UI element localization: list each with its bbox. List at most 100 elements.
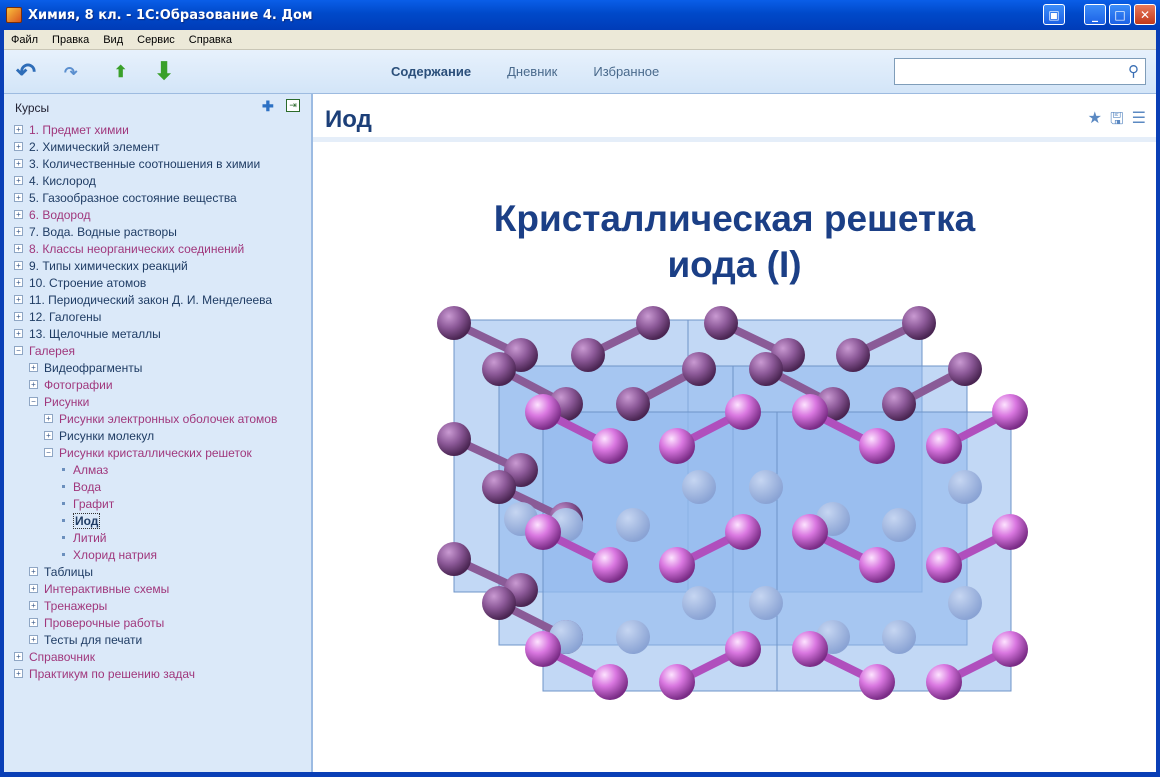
menu-service[interactable]: Сервис (130, 34, 182, 46)
favorite-star-icon[interactable]: ★ (1088, 108, 1102, 135)
expand-icon[interactable]: + (29, 567, 38, 577)
tree-item[interactable]: + Рисунки электронных оболочек атомов (4, 411, 309, 428)
tree-item[interactable]: +11. Периодический закон Д. И. Менделеев… (4, 292, 309, 309)
expand-icon[interactable]: + (14, 244, 23, 254)
tree-item[interactable]: − Рисунки кристаллических решеток (4, 445, 309, 462)
iodine-atom (926, 547, 962, 583)
iodine-atom (482, 352, 516, 386)
expand-icon[interactable]: + (44, 431, 53, 441)
tree-item[interactable]: +13. Щелочные металлы (4, 326, 309, 343)
window-titlebar[interactable]: Химия, 8 кл. - 1С:Образование 4. Дом ▣ _… (0, 0, 1160, 30)
expand-icon[interactable]: + (14, 210, 23, 220)
tree-item[interactable]: + Справочник (4, 649, 309, 666)
maximize-button[interactable]: □ (1109, 4, 1131, 25)
tree-item[interactable]: +7. Вода. Водные растворы (4, 224, 309, 241)
expand-icon[interactable]: + (14, 652, 23, 662)
expand-icon[interactable]: + (14, 278, 23, 288)
expand-icon[interactable]: + (14, 142, 23, 152)
tree-item[interactable]: Вода (4, 479, 309, 496)
tab-favorites[interactable]: Избранное (593, 64, 659, 79)
expand-icon[interactable]: + (14, 176, 23, 186)
close-button[interactable]: ✕ (1134, 4, 1156, 25)
app-icon (6, 7, 22, 23)
expand-icon[interactable]: + (29, 584, 38, 594)
tree-item[interactable]: Литий (4, 530, 309, 547)
collapse-icon[interactable]: − (29, 397, 38, 407)
tree-item[interactable]: +2. Химический элемент (4, 139, 309, 156)
tree-item-label: Рисунки электронных оболочек атомов (59, 412, 278, 426)
tree-item[interactable]: +6. Водород (4, 207, 309, 224)
expand-icon[interactable]: + (14, 312, 23, 322)
bullet-icon (62, 485, 65, 489)
context-help-button[interactable]: ▣ (1043, 4, 1065, 25)
menu-help[interactable]: Справка (182, 34, 239, 46)
next-down-icon[interactable]: ⬇ (154, 57, 174, 86)
forward-icon[interactable]: ↷ (64, 63, 77, 83)
iodine-atom (992, 631, 1028, 667)
expand-icon[interactable]: + (29, 635, 38, 645)
tree-item[interactable]: − Галерея (4, 343, 309, 360)
tree-item[interactable]: + Тренажеры (4, 598, 309, 615)
tree-item-label: Иод (73, 513, 101, 529)
expand-icon[interactable]: + (14, 193, 23, 203)
expand-icon[interactable]: + (14, 669, 23, 679)
tree-item[interactable]: +5. Газообразное состояние вещества (4, 190, 309, 207)
expand-icon[interactable]: + (44, 414, 53, 424)
content-pane: Иод ★ 🖫 ☰ Кристаллическая решетка иода (… (313, 94, 1156, 772)
tree-item-label: Фотографии (44, 378, 113, 392)
expand-icon[interactable]: + (14, 261, 23, 271)
collapse-icon[interactable]: − (44, 448, 53, 458)
add-course-icon[interactable]: ✚ (262, 98, 274, 115)
back-icon[interactable]: ↶ (16, 58, 36, 87)
expand-icon[interactable]: + (29, 601, 38, 611)
tree-item[interactable]: Графит (4, 496, 309, 513)
tree-item[interactable]: + Таблицы (4, 564, 309, 581)
expand-icon[interactable]: + (29, 618, 38, 628)
up-icon[interactable]: ⬆ (114, 62, 127, 82)
sidebar-toggle-icon[interactable]: ⇥ (286, 99, 300, 112)
tree-item[interactable]: + Практикум по решению задач (4, 666, 309, 683)
tree-item-label: 2. Химический элемент (29, 140, 160, 154)
expand-icon[interactable]: + (14, 295, 23, 305)
tree-item[interactable]: − Рисунки (4, 394, 309, 411)
expand-icon[interactable]: + (14, 159, 23, 169)
expand-icon[interactable]: + (14, 227, 23, 237)
tree-item[interactable]: + Тесты для печати (4, 632, 309, 649)
menu-edit[interactable]: Правка (45, 34, 96, 46)
search-icon[interactable]: ⚲ (1128, 62, 1139, 80)
menu-file[interactable]: Файл (4, 34, 45, 46)
tab-diary[interactable]: Дневник (507, 64, 557, 79)
tree-item[interactable]: Алмаз (4, 462, 309, 479)
tree-item[interactable]: +1. Предмет химии (4, 122, 309, 139)
collapse-icon[interactable]: − (14, 346, 23, 356)
tree-item[interactable]: + Фотографии (4, 377, 309, 394)
expand-icon[interactable]: + (29, 380, 38, 390)
expand-icon[interactable]: + (14, 125, 23, 135)
expand-icon[interactable]: + (14, 329, 23, 339)
search-input[interactable]: ⚲ (894, 58, 1146, 85)
tree-item-label: 9. Типы химических реакций (29, 259, 188, 273)
print-list-icon[interactable]: ☰ (1132, 108, 1146, 135)
tree-item[interactable]: Хлорид натрия (4, 547, 309, 564)
save-icon[interactable]: 🖫 (1110, 108, 1124, 135)
tree-item[interactable]: + Видеофрагменты (4, 360, 309, 377)
tree-item[interactable]: + Рисунки молекул (4, 428, 309, 445)
window-frame-bottom (0, 772, 1160, 777)
iodine-atom (571, 338, 605, 372)
tree-item[interactable]: + Проверочные работы (4, 615, 309, 632)
tree-item[interactable]: +3. Количественные соотношения в химии (4, 156, 309, 173)
tree-item[interactable]: +9. Типы химических реакций (4, 258, 309, 275)
tree-item[interactable]: Иод (4, 513, 309, 530)
tree-item[interactable]: +12. Галогены (4, 309, 309, 326)
tree-item[interactable]: +10. Строение атомов (4, 275, 309, 292)
tree-item[interactable]: +8. Классы неорганических соединений (4, 241, 309, 258)
iodine-atom (482, 470, 516, 504)
minimize-button[interactable]: _ (1084, 4, 1106, 25)
window-title: Химия, 8 кл. - 1С:Образование 4. Дом (28, 7, 313, 23)
tree-item[interactable]: +4. Кислород (4, 173, 309, 190)
iodine-atom (616, 387, 650, 421)
menu-view[interactable]: Вид (96, 34, 130, 46)
tab-contents[interactable]: Содержание (391, 64, 471, 79)
expand-icon[interactable]: + (29, 363, 38, 373)
tree-item[interactable]: + Интерактивные схемы (4, 581, 309, 598)
